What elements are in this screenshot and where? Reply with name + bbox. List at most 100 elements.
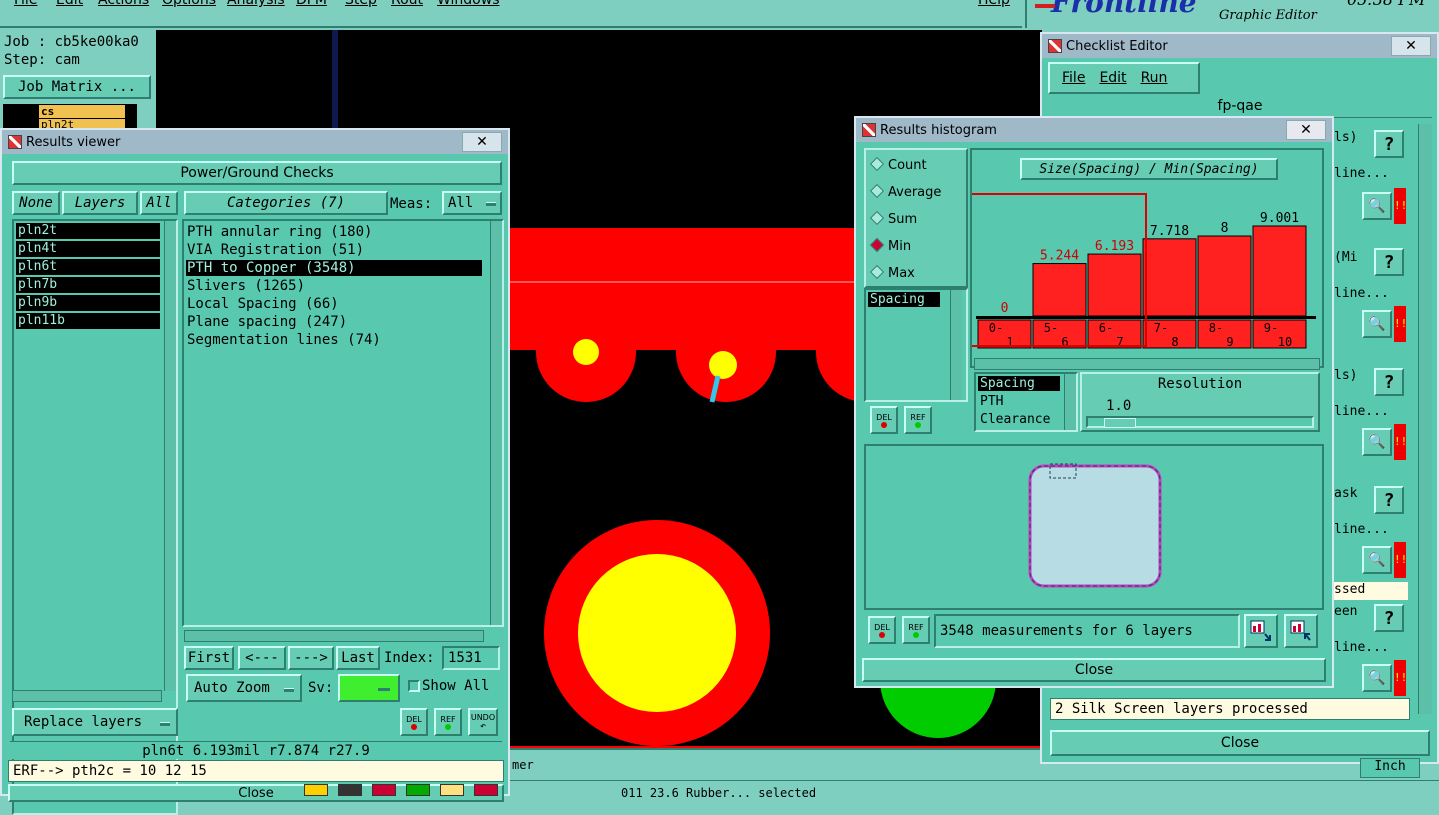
checklist-menu-edit[interactable]: Edit: [1099, 70, 1126, 86]
resolution-slider-thumb[interactable]: [1104, 418, 1136, 428]
menu-file[interactable]: File: [14, 0, 37, 8]
histogram-bar[interactable]: [1032, 263, 1087, 317]
mode-count[interactable]: Count: [869, 156, 927, 173]
category-cell[interactable]: [1197, 319, 1252, 349]
close-icon[interactable]: ✕: [462, 132, 502, 152]
results-viewer-titlebar[interactable]: Results viewer ✕: [2, 130, 508, 154]
prev-button[interactable]: <---: [238, 646, 286, 670]
histogram-ref-button[interactable]: REF: [904, 406, 932, 434]
menu-edit[interactable]: Edit: [56, 0, 83, 8]
import-icon-button[interactable]: [1284, 614, 1318, 648]
category-item[interactable]: Slivers (1265): [186, 277, 482, 295]
histogram-del-button[interactable]: DEL: [870, 406, 898, 434]
alert-red-icon[interactable]: !!: [1394, 424, 1407, 460]
first-button[interactable]: First: [184, 646, 234, 670]
layer-item[interactable]: pln6t: [16, 259, 160, 275]
category-cell[interactable]: [1032, 319, 1087, 349]
menu-step[interactable]: Step: [345, 0, 377, 8]
preview-ref-button[interactable]: REF: [902, 616, 930, 644]
help-question-button[interactable]: ?: [1374, 486, 1404, 514]
zoom-icon[interactable]: 🔍: [1362, 192, 1392, 220]
menu-rout[interactable]: Rout: [391, 0, 423, 8]
checklist-menu-run[interactable]: Run: [1141, 70, 1168, 86]
alert-red-icon[interactable]: !!: [1394, 188, 1407, 224]
help-question-button[interactable]: ?: [1374, 130, 1404, 158]
mode-average[interactable]: Average: [869, 183, 941, 200]
export-icon-button[interactable]: [1244, 614, 1278, 648]
histogram-bar[interactable]: [1252, 225, 1307, 317]
zoom-icon[interactable]: 🔍: [1362, 310, 1392, 338]
histogram-bar[interactable]: [1087, 253, 1142, 317]
resolution-slider[interactable]: [1086, 416, 1314, 428]
histogram-item-spacing[interactable]: Spacing: [868, 292, 940, 307]
help-question-button[interactable]: ?: [1374, 368, 1404, 396]
categories-scrollbar[interactable]: [490, 221, 502, 625]
category-item[interactable]: PTH annular ring (180): [186, 223, 482, 241]
del-button[interactable]: DEL: [400, 708, 428, 736]
menu-dfm[interactable]: DFM: [296, 0, 327, 8]
checklist-close-button[interactable]: Close: [1050, 730, 1430, 756]
last-button[interactable]: Last: [336, 646, 380, 670]
undo-button[interactable]: UNDO ↶: [468, 708, 498, 736]
checklist-menu-file[interactable]: File: [1062, 70, 1085, 86]
histogram-bar[interactable]: [1142, 238, 1197, 317]
index-input[interactable]: 1531: [442, 646, 500, 670]
all-layers-button[interactable]: All: [140, 191, 178, 215]
job-matrix-button[interactable]: Job Matrix ...: [3, 75, 151, 99]
help-question-button[interactable]: ?: [1374, 248, 1404, 276]
toolbar-icon[interactable]: [304, 784, 328, 796]
category-item[interactable]: Segmentation lines (74): [186, 331, 482, 349]
zoom-icon[interactable]: 🔍: [1362, 428, 1392, 456]
menu-options[interactable]: Options: [162, 0, 216, 8]
histogram-titlebar[interactable]: Results histogram ✕: [856, 118, 1332, 142]
alert-red-icon[interactable]: !!: [1394, 306, 1407, 342]
mode-min[interactable]: Min: [869, 237, 911, 254]
categories-h-scrollbar[interactable]: [184, 630, 484, 642]
layer-item[interactable]: pln7b: [16, 277, 160, 293]
layer-cs[interactable]: cs: [39, 105, 125, 118]
meas-select[interactable]: All: [442, 191, 502, 215]
layer-item[interactable]: pln2t: [16, 223, 160, 239]
type-item[interactable]: PTH: [978, 394, 1003, 409]
layer-item[interactable]: pln4t: [16, 241, 160, 257]
category-item[interactable]: VIA Registration (51): [186, 241, 482, 259]
category-cell[interactable]: [977, 319, 1032, 349]
category-item[interactable]: Plane spacing (247): [186, 313, 482, 331]
close-icon[interactable]: ✕: [1286, 120, 1326, 140]
alert-red-icon[interactable]: !!: [1394, 542, 1407, 578]
histogram-bar[interactable]: [1197, 235, 1252, 317]
checklist-titlebar[interactable]: Checklist Editor ✕: [1042, 34, 1437, 58]
mode-sum[interactable]: Sum: [869, 210, 917, 227]
mode-max[interactable]: Max: [869, 264, 915, 281]
preview-del-button[interactable]: DEL: [868, 616, 896, 644]
close-icon[interactable]: ✕: [1391, 36, 1431, 56]
histogram-item-scrollbar[interactable]: [950, 290, 962, 400]
layer-item[interactable]: pln9b: [16, 295, 160, 311]
histogram-close-button[interactable]: Close: [862, 658, 1326, 682]
categories-button[interactable]: Categories (7): [184, 191, 388, 215]
zoom-icon[interactable]: 🔍: [1362, 664, 1392, 692]
type-item[interactable]: Clearance: [978, 412, 1050, 427]
toolbar-icon[interactable]: [474, 784, 498, 796]
help-question-button[interactable]: ?: [1374, 604, 1404, 632]
layers-scrollbar[interactable]: [164, 221, 176, 691]
menu-windows[interactable]: Windows: [437, 0, 500, 8]
type-item-selected[interactable]: Spacing: [978, 376, 1060, 391]
menu-analysis[interactable]: Analysis: [227, 0, 285, 8]
menu-help[interactable]: Help: [978, 0, 1010, 8]
toolbar-icon[interactable]: [440, 784, 464, 796]
sv-color-select[interactable]: [338, 674, 400, 702]
none-button[interactable]: None: [12, 191, 60, 215]
layers-button[interactable]: Layers: [62, 191, 138, 215]
layer-item[interactable]: pln11b: [16, 313, 160, 329]
toolbar-icon[interactable]: [338, 784, 362, 796]
toolbar-icon[interactable]: [406, 784, 430, 796]
next-button[interactable]: --->: [288, 646, 334, 670]
category-item-selected[interactable]: PTH to Copper (3548): [186, 260, 482, 276]
menu-actions[interactable]: Actions: [98, 0, 149, 8]
show-all-checkbox[interactable]: [408, 680, 420, 692]
alert-red-icon[interactable]: !!: [1394, 660, 1407, 696]
category-cell[interactable]: [1087, 319, 1142, 349]
chart-h-scrollbar[interactable]: [974, 358, 1320, 370]
toolbar-icon[interactable]: [372, 784, 396, 796]
